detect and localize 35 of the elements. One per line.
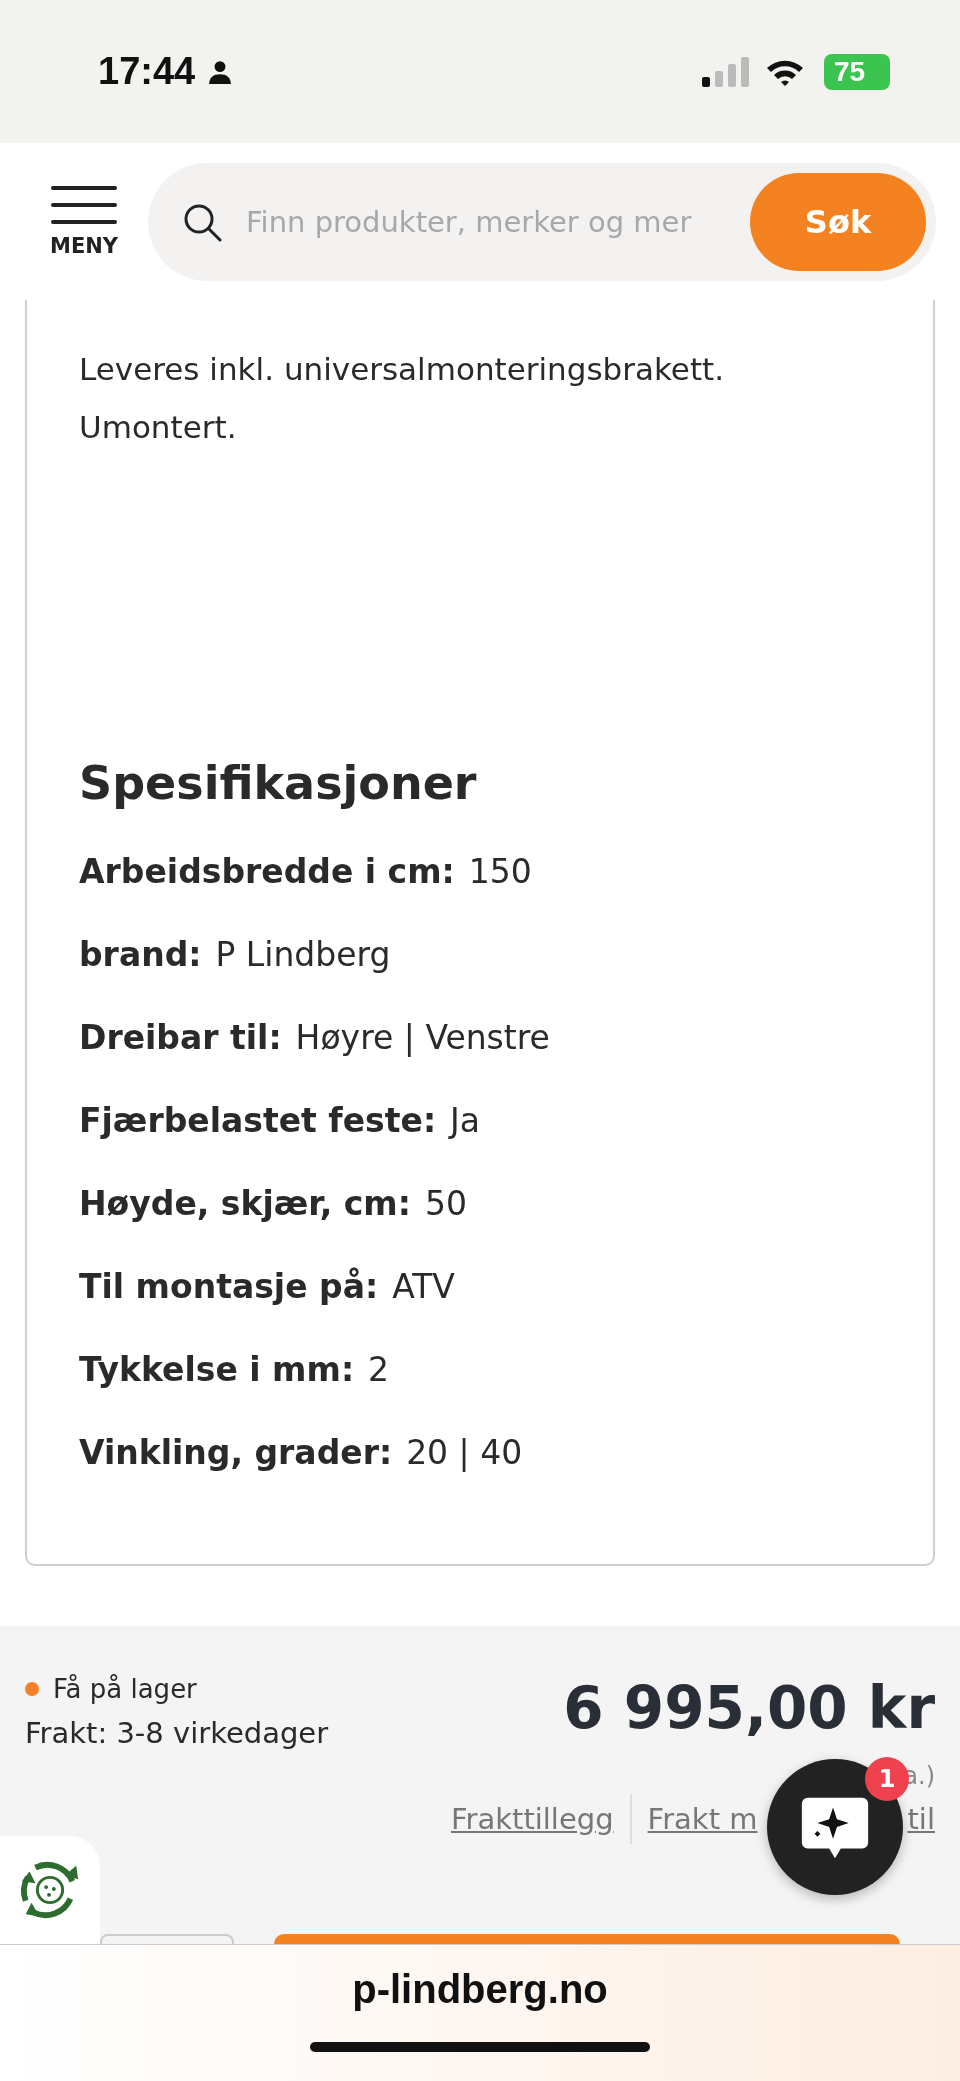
spec-label: Tykkelse i mm: xyxy=(79,1350,355,1389)
spec-value: P Lindberg xyxy=(215,935,391,974)
spec-label: Fjærbelastet feste: xyxy=(79,1101,437,1140)
person-icon xyxy=(207,58,234,85)
shipping-link[interactable]: Frakttillegg xyxy=(450,1802,614,1836)
spec-value: Ja xyxy=(450,1101,481,1140)
spec-value: 2 xyxy=(368,1350,390,1389)
spec-label: brand: xyxy=(79,935,202,974)
menu-icon xyxy=(51,185,117,226)
spec-label: Høyde, skjær, cm: xyxy=(79,1184,411,1223)
stock-status: Få på lager xyxy=(53,1674,197,1704)
status-time: 17:44 xyxy=(98,50,196,93)
spec-value: Høyre | Venstre xyxy=(295,1018,550,1057)
url-text[interactable]: p-lindberg.no xyxy=(352,1967,608,2012)
spec-label: Vinkling, grader: xyxy=(79,1433,393,1472)
shipping-link[interactable]: Frakt m xyxy=(647,1802,758,1836)
recycle-button[interactable] xyxy=(0,1836,100,1944)
description-text: Leveres inkl. universalmonteringsbrakett. Umontert. xyxy=(79,350,726,447)
battery-indicator: 75 xyxy=(824,53,890,90)
specs-heading: Spesifikasjoner xyxy=(79,756,478,810)
search-button[interactable]: Søk xyxy=(750,172,926,271)
spec-value: 150 xyxy=(468,852,532,891)
chat-button[interactable] xyxy=(767,1759,903,1895)
menu-button[interactable]: MENY xyxy=(50,185,119,258)
spec-value: 20 | 40 xyxy=(406,1433,523,1472)
spec-value: ATV xyxy=(392,1267,455,1306)
price: 6 995,00 kr xyxy=(563,1674,935,1742)
signal-icon xyxy=(702,56,752,87)
spec-value: 50 xyxy=(424,1184,467,1223)
shipping-link[interactable]: til xyxy=(907,1802,935,1836)
spec-label: Dreibar til: xyxy=(79,1018,282,1057)
search-field[interactable]: Finn produkter, merker og mer Søk xyxy=(148,162,936,281)
shipping-time: Frakt: 3-8 virkedager xyxy=(25,1716,329,1750)
spec-label: Til montasje på: xyxy=(79,1267,379,1306)
spec-label: Arbeidsbredde i cm: xyxy=(79,852,455,891)
